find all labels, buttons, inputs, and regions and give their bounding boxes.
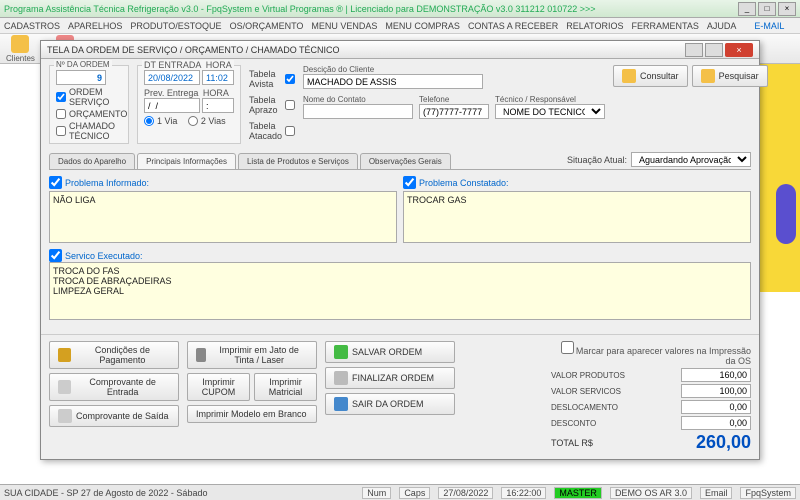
prob-informado-text[interactable]: NÃO LIGA (49, 191, 397, 243)
status-master: MASTER (554, 487, 602, 499)
pesquisar-button[interactable]: Pesquisar (692, 65, 768, 87)
contato-input[interactable] (303, 104, 413, 119)
flag-icon (334, 371, 348, 385)
ordem-label: Nº DA ORDEM (54, 60, 112, 69)
close-button[interactable]: × (778, 2, 796, 16)
menu-vendas[interactable]: MENU VENDAS (311, 21, 377, 31)
check-icon (334, 345, 348, 359)
chk-avista[interactable] (285, 74, 295, 84)
menu-aparelhos[interactable]: APARELHOS (68, 21, 122, 31)
doc-icon (58, 380, 71, 394)
status-email: Email (700, 487, 733, 499)
status-caps: Caps (399, 487, 430, 499)
situacao-select[interactable]: Aguardando Aprovação (631, 152, 751, 167)
valor-total: 260,00 (696, 432, 751, 453)
modal-titlebar: TELA DA ORDEM DE SERVIÇO / ORÇAMENTO / C… (41, 41, 759, 59)
prev-hr-input[interactable] (202, 98, 234, 113)
status-city: SUA CIDADE - SP 27 de Agosto de 2022 - S… (4, 488, 207, 498)
chk-ct[interactable] (56, 126, 66, 136)
consultar-button[interactable]: Consultar (613, 65, 688, 87)
imp-cupom-button[interactable]: Imprimir CUPOM (187, 373, 250, 401)
maximize-button[interactable]: □ (758, 2, 776, 16)
chk-orc[interactable] (56, 109, 66, 119)
status-num: Num (362, 487, 391, 499)
modal-title: TELA DA ORDEM DE SERVIÇO / ORÇAMENTO / C… (47, 45, 685, 55)
valor-produtos: 160,00 (681, 368, 751, 382)
modal-close[interactable]: × (725, 43, 753, 57)
chk-os[interactable] (56, 92, 66, 102)
radio-1via[interactable] (144, 116, 154, 126)
servico-executado-text[interactable]: TROCA DO FAS TROCA DE ABRAÇADEIRAS LIMPE… (49, 262, 751, 320)
menu-produto[interactable]: PRODUTO/ESTOQUE (130, 21, 221, 31)
sair-button[interactable]: SAIR DA ORDEM (325, 393, 455, 415)
imp-jato-button[interactable]: Imprimir em Jato de Tinta / Laser (187, 341, 317, 369)
chk-marcar-valores[interactable] (561, 341, 574, 354)
valor-desconto: 0,00 (681, 416, 751, 430)
prob-constatado-text[interactable]: TROCAR GAS (403, 191, 751, 243)
status-demo: DEMO OS AR 3.0 (610, 487, 692, 499)
doc-icon (58, 409, 72, 423)
salvar-button[interactable]: SALVAR ORDEM (325, 341, 455, 363)
search-icon (701, 69, 715, 83)
imp-branco-button[interactable]: Imprimir Modelo em Branco (187, 405, 317, 423)
status-time: 16:22:00 (501, 487, 546, 499)
dt-entrada-input[interactable] (144, 70, 200, 85)
comp-saida-button[interactable]: Comprovante de Saída (49, 405, 179, 427)
menu-email[interactable]: E-MAIL (754, 21, 784, 31)
menu-compras[interactable]: MENU COMPRAS (385, 21, 460, 31)
coins-icon (58, 348, 71, 362)
main-menu: CADASTROS APARELHOS PRODUTO/ESTOQUE OS/O… (0, 18, 800, 34)
app-title: Programa Assistência Técnica Refrigeraçã… (4, 4, 736, 14)
prev-dt-input[interactable] (144, 98, 200, 113)
finalizar-button[interactable]: FINALIZAR ORDEM (325, 367, 455, 389)
tab-dados-aparelho[interactable]: Dados do Aparelho (49, 153, 135, 169)
menu-ajuda[interactable]: AJUDA (707, 21, 737, 31)
radio-2vias[interactable] (188, 116, 198, 126)
order-modal: TELA DA ORDEM DE SERVIÇO / ORÇAMENTO / C… (40, 40, 760, 460)
modal-maximize[interactable] (705, 43, 723, 57)
menu-relatorios[interactable]: RELATORIOS (566, 21, 623, 31)
chk-aprazo[interactable] (285, 100, 295, 110)
valor-servicos: 100,00 (681, 384, 751, 398)
menu-os[interactable]: OS/ORÇAMENTO (230, 21, 304, 31)
tab-principais-info[interactable]: Principais Informações (137, 153, 236, 169)
ordem-input[interactable] (56, 70, 106, 85)
modal-minimize[interactable] (685, 43, 703, 57)
imp-matricial-button[interactable]: Imprimir Matricial (254, 373, 317, 401)
valor-deslocamento: 0,00 (681, 400, 751, 414)
cond-pagamento-button[interactable]: Condições de Pagamento (49, 341, 179, 369)
main-titlebar: Programa Assistência Técnica Refrigeraçã… (0, 0, 800, 18)
tab-lista-produtos[interactable]: Lista de Produtos e Serviços (238, 153, 358, 169)
tb-clientes[interactable]: Clientes (6, 35, 35, 63)
minimize-button[interactable]: _ (738, 2, 756, 16)
exit-icon (334, 397, 348, 411)
status-brand: FpqSystem (740, 487, 796, 499)
tabs: Dados do Aparelho Principais Informações… (49, 152, 751, 170)
telefone-input[interactable] (419, 104, 489, 119)
status-date: 27/08/2022 (438, 487, 493, 499)
people-icon (11, 35, 29, 53)
menu-cadastros[interactable]: CADASTROS (4, 21, 60, 31)
search-icon (622, 69, 636, 83)
tab-observacoes[interactable]: Observações Gerais (360, 153, 451, 169)
printer-icon (196, 348, 206, 362)
desc-cliente-label: Descição do Cliente (303, 65, 605, 74)
desc-cliente-input[interactable] (303, 74, 483, 89)
hora-input[interactable] (202, 70, 234, 85)
comp-entrada-button[interactable]: Comprovante de Entrada (49, 373, 179, 401)
menu-contas[interactable]: CONTAS A RECEBER (468, 21, 558, 31)
chk-serv-exec[interactable] (49, 249, 62, 262)
chk-atacado[interactable] (285, 126, 295, 136)
tecnico-select[interactable]: NOME DO TECNICO (495, 104, 605, 119)
menu-ferramentas[interactable]: FERRAMENTAS (631, 21, 698, 31)
chk-prob-inf[interactable] (49, 176, 62, 189)
chk-prob-con[interactable] (403, 176, 416, 189)
statusbar: SUA CIDADE - SP 27 de Agosto de 2022 - S… (0, 484, 800, 500)
